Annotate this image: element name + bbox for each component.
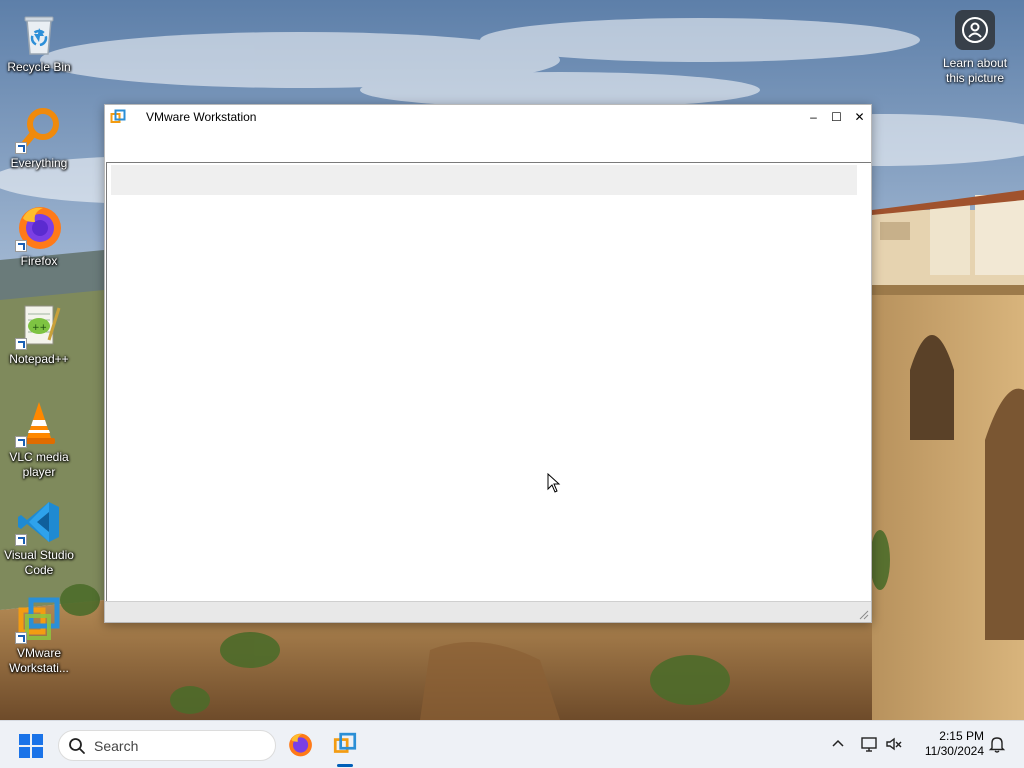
desktop-icon-firefox[interactable]: Firefox [0,204,78,269]
taskbar-app-vmware[interactable] [329,729,361,767]
desktop-icon-vscode[interactable]: Visual Studio Code [0,498,78,578]
desktop-icon-label: Everything [10,156,68,170]
desktop-icon-label: Firefox [20,254,58,268]
camera-location-icon [955,10,995,50]
firefox-icon [15,204,63,252]
desktop-icon-label: Notepad++ [9,352,69,366]
window-titlebar[interactable]: VMware Workstation – ☐ ✕ [105,105,871,129]
shortcut-arrow-icon [15,142,27,154]
shortcut-arrow-icon [15,534,27,546]
system-tray [858,734,906,754]
svg-text:++: ++ [32,323,47,333]
vscode-icon [15,498,63,546]
mouse-pointer-icon [547,473,561,493]
desktop-icon-label: Recycle Bin [7,60,71,74]
desktop-icon-label: VLC media player [9,450,69,479]
desktop-icon-notepad-plus-plus[interactable]: ++ Notepad++ [0,302,78,367]
minimize-button[interactable]: – [802,105,825,129]
learn-about-picture-label: Learn about this picture [942,56,1008,85]
taskbar-search-box[interactable]: Search [58,730,276,761]
vmware-window[interactable]: VMware Workstation – ☐ ✕ [104,104,872,623]
taskbar-app-firefox[interactable] [284,729,316,761]
start-button[interactable] [18,733,44,759]
windows-logo-icon [19,734,43,758]
content-header-strip [111,165,857,195]
notification-bell-icon[interactable] [988,735,1006,753]
window-client-area[interactable] [106,162,871,601]
vmware-icon [15,596,63,644]
search-icon [69,737,85,754]
desktop-icon-label: VMware Workstati... [9,646,69,675]
learn-about-picture[interactable]: Learn about this picture [936,10,1014,86]
show-hidden-icons-chevron-icon[interactable] [829,734,847,752]
speaker-muted-icon[interactable] [884,734,904,754]
firefox-icon [289,733,312,757]
vmware-icon [333,732,357,753]
desktop-icon-vlc[interactable]: VLC media player [0,400,78,480]
window-status-bar [105,601,871,622]
taskbar-clock[interactable]: 2:15 PM 11/30/2024 [908,729,984,759]
desktop-icon-recycle-bin[interactable]: Recycle Bin [0,10,78,75]
window-toolbar-area [105,129,871,162]
window-title: VMware Workstation [146,110,257,124]
everything-search-icon [15,106,63,154]
shortcut-arrow-icon [15,436,27,448]
vlc-cone-icon [15,400,63,448]
notepad-plus-plus-icon: ++ [15,302,63,350]
desktop-icon-everything[interactable]: Everything [0,106,78,171]
shortcut-arrow-icon [15,240,27,252]
vmware-icon [110,109,126,125]
clock-time: 2:15 PM [939,729,984,743]
shortcut-arrow-icon [15,632,27,644]
shortcut-arrow-icon [15,338,27,350]
clock-date: 11/30/2024 [924,744,984,758]
network-monitor-icon[interactable] [860,734,880,754]
resize-grip-icon[interactable] [857,608,869,620]
close-button[interactable]: ✕ [848,105,871,129]
maximize-button[interactable]: ☐ [825,105,848,129]
active-app-indicator [337,764,353,767]
recycle-bin-icon [15,10,63,58]
desktop-icon-label: Visual Studio Code [4,548,74,577]
desktop-icon-vmware[interactable]: VMware Workstati... [0,596,78,676]
search-placeholder: Search [94,737,139,754]
